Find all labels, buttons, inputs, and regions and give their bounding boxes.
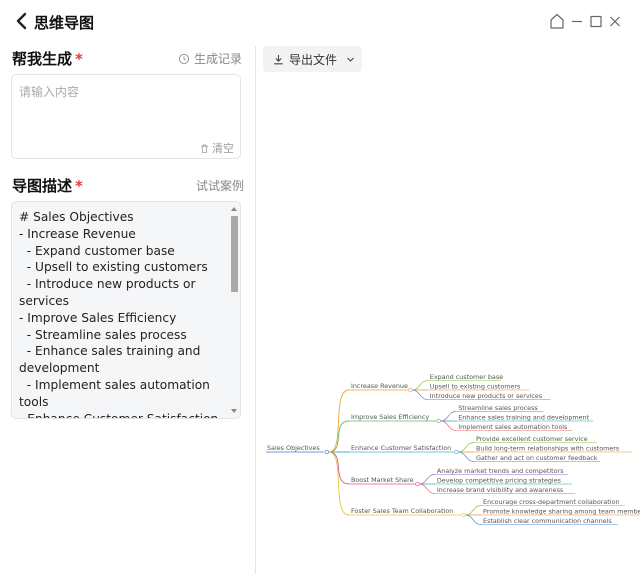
mindmap-leaf-label: Enhance sales training and development — [458, 413, 589, 421]
app-title: 思维导图 — [34, 14, 95, 32]
trash-icon — [201, 144, 208, 153]
title-bar: 思维导图 — [0, 0, 640, 42]
mindmap-leaf-connector — [412, 380, 428, 391]
mindmap-branch-label: Foster Sales Team Collaboration — [351, 507, 453, 515]
mindmap-leaf-label: Upsell to existing customers — [430, 382, 521, 390]
mindmap-branch-label: Enhance Customer Satisfaction — [351, 444, 451, 452]
download-icon — [274, 54, 283, 64]
desc-section-title: 导图描述 * — [12, 175, 83, 196]
mindmap-leaf-connector — [419, 474, 435, 485]
clock-icon — [178, 53, 190, 64]
maximize-icon[interactable] — [588, 12, 604, 30]
description-editor[interactable]: # Sales Objectives - Increase Revenue - … — [11, 201, 241, 419]
mindmap-root: Sales Objectives — [267, 444, 320, 452]
history-label: 生成记录 — [194, 52, 243, 66]
history-button[interactable]: 生成记录 — [178, 50, 242, 67]
prompt-section-title: 帮我生成 * — [12, 48, 83, 69]
mindmap-branch-connector — [328, 420, 350, 453]
export-label: 导出文件 — [289, 52, 338, 67]
mindmap-node-dot — [436, 418, 441, 424]
mindmap-leaf-label: Introduce new products or services — [430, 392, 543, 400]
mindmap-leaf-connector — [440, 411, 457, 422]
desc-section-label: 导图描述 — [12, 177, 73, 195]
prompt-section-label: 帮我生成 — [12, 50, 73, 68]
description-scrollbar[interactable] — [229, 204, 239, 416]
mindmap-node-dot — [461, 512, 466, 518]
clear-label: 清空 — [212, 142, 234, 155]
home-icon[interactable] — [549, 12, 565, 30]
scroll-down-arrow-icon[interactable] — [231, 409, 237, 413]
mindmap-canvas[interactable]: Sales Objectives Increase Revenue Expand c… — [262, 372, 640, 532]
mindmap-leaf-label: Expand customer base — [430, 373, 503, 381]
mindmap-branch-label: Boost Market Share — [351, 476, 414, 484]
clear-button[interactable]: 清空 — [199, 140, 234, 156]
mindmap-leaf-label: Develop competitive pricing strategies — [437, 476, 562, 484]
close-icon[interactable] — [607, 12, 623, 30]
mindmap-leaf-connector — [458, 442, 474, 453]
mindmap-leaf-connector — [412, 389, 428, 400]
scroll-up-arrow-icon[interactable] — [231, 207, 237, 211]
prompt-input-container: 清空 — [11, 74, 241, 159]
mindmap-leaf-label: Gather and act on customer feedback — [476, 454, 598, 462]
mindmap-leaf-label: Streamline sales process — [458, 404, 538, 412]
prompt-input[interactable] — [12, 75, 240, 139]
export-file-button[interactable]: 导出文件 — [263, 46, 362, 72]
mindmap-leaf-label: Promote knowledge sharing among team mem… — [483, 507, 640, 515]
mindmap-leaf-label: Analyze market trends and competitors — [437, 467, 564, 475]
mindmap-leaf-connector — [458, 451, 474, 462]
mindmap-branch-connector — [328, 451, 350, 485]
required-mark: * — [75, 177, 83, 195]
mindmap-leaf-connector — [465, 505, 482, 516]
scroll-thumb[interactable] — [231, 216, 238, 292]
mindmap-leaf-connector — [419, 483, 435, 494]
mindmap-leaf-label: Implement sales automation tools — [458, 423, 568, 431]
mindmap-leaf-label: Increase brand visibility and awareness — [437, 486, 564, 494]
description-text[interactable]: # Sales Objectives - Increase Revenue - … — [19, 209, 229, 418]
mindmap-branch-label: Improve Sales Efficiency — [351, 413, 429, 421]
panel-divider — [255, 46, 256, 574]
minimize-icon[interactable] — [569, 12, 585, 30]
mindmap-leaf-label: Establish clear communication channels — [483, 517, 612, 525]
mindmap-leaf-label: Build long-term relationships with custo… — [476, 444, 620, 452]
mindmap-leaf-connector — [440, 420, 457, 431]
mindmap-node-dot — [408, 387, 413, 393]
mindmap-leaf-label: Encourage cross-department collaboration — [483, 498, 619, 506]
back-arrow-icon[interactable] — [14, 11, 30, 31]
chevron-down-icon — [347, 57, 354, 62]
mindmap-branch-label: Increase Revenue — [351, 382, 408, 390]
mindmap-node-dot — [454, 449, 459, 455]
mindmap-leaf-connector — [465, 514, 482, 525]
mindmap-leaf-label: Provide excellent customer service — [476, 435, 588, 443]
mindmap-node-dot — [324, 449, 329, 455]
required-mark: * — [75, 50, 83, 68]
mindmap-node-dot — [415, 481, 420, 487]
try-example-button[interactable]: 试试案例 — [196, 177, 244, 194]
